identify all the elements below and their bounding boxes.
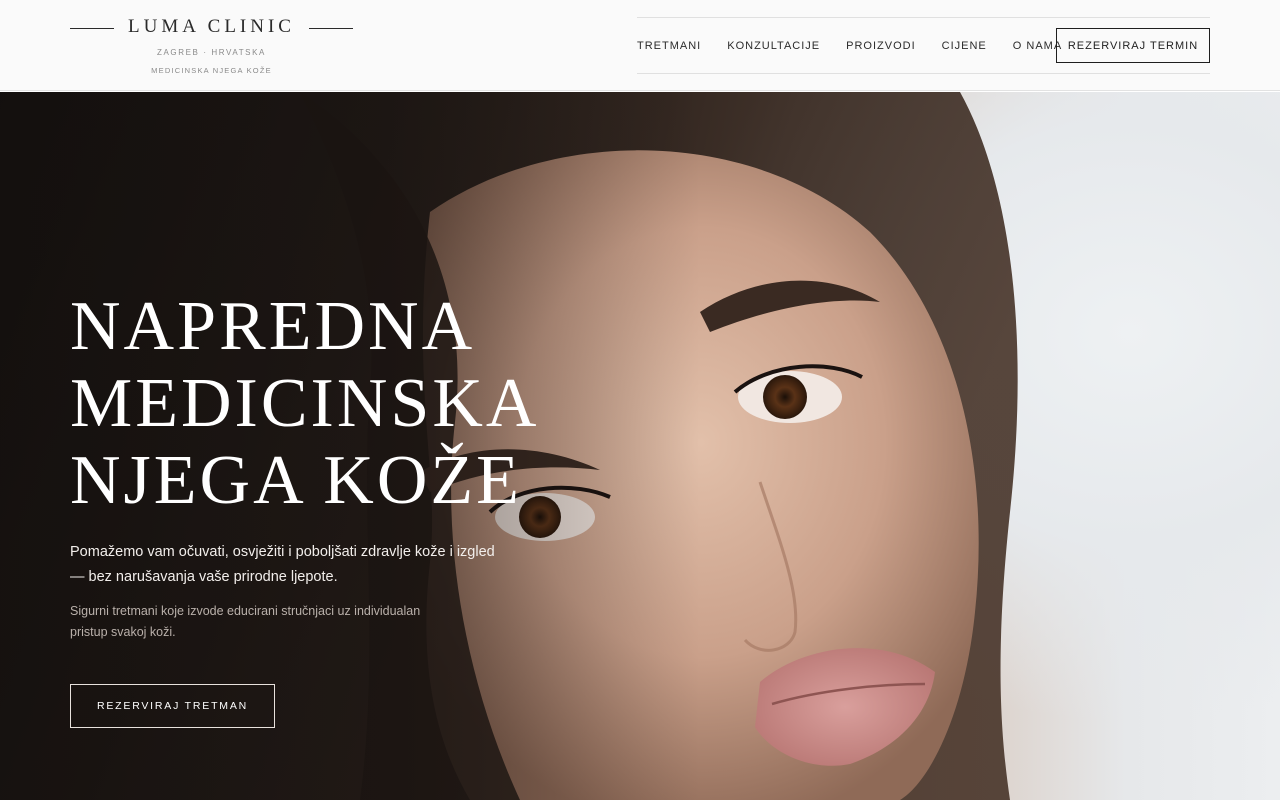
nav-item-proizvodi[interactable]: PROIZVODI [846,40,916,52]
hero-title-line: MEDICINSKA [70,365,540,442]
book-appointment-button[interactable]: REZERVIRAJ TERMIN [1056,28,1210,63]
nav-item-cijene[interactable]: CIJENE [942,40,987,52]
nav-item-konzultacije[interactable]: KONZULTACIJE [727,40,820,52]
hero-section: NAPREDNA MEDICINSKA NJEGA KOŽE Pomažemo … [0,92,1280,800]
main-nav: TRETMANI KONZULTACIJE PROIZVODI CIJENE O… [637,28,1062,63]
hero-note-text: Sigurni tretmani koje izvode educirani s… [70,604,421,639]
hero-title-line: NJEGA KOŽE [70,442,522,519]
nav-item-o-nama[interactable]: O NAMA [1013,40,1062,52]
hero-title: NAPREDNA MEDICINSKA NJEGA KOŽE [70,288,690,519]
hero-title-line: NAPREDNA [70,288,476,365]
hero-lead-text: Pomažemo vam očuvati, osvježiti i pobolj… [70,544,495,585]
book-treatment-button[interactable]: REZERVIRAJ TRETMAN [70,684,275,728]
site-header: LUMA CLINIC ZAGREB · HRVATSKA MEDICINSKA… [0,0,1280,91]
nav-divider-top [637,17,1210,18]
logo-tagline: MEDICINSKA NJEGA KOŽE [151,66,272,75]
logo-location: ZAGREB · HRVATSKA [157,48,266,57]
logo-title: LUMA CLINIC [128,16,295,37]
nav-item-tretmani[interactable]: TRETMANI [637,40,701,52]
nav-divider-bottom [637,73,1210,74]
clinic-logo[interactable]: LUMA CLINIC ZAGREB · HRVATSKA MEDICINSKA… [70,0,353,91]
